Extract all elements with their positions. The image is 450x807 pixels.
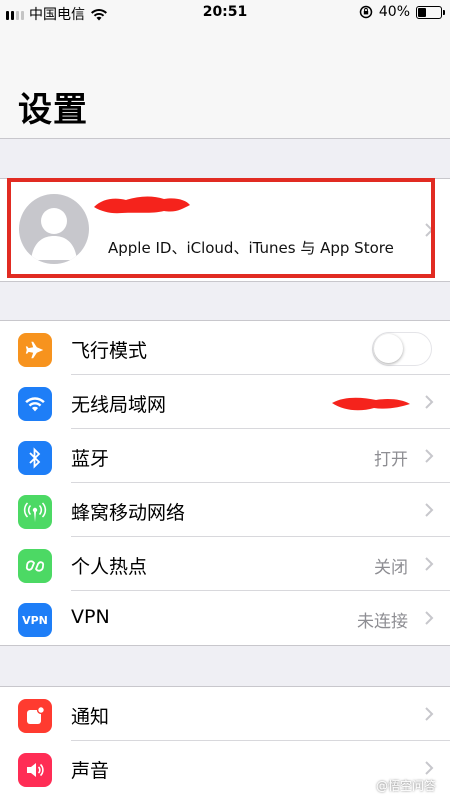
bluetooth-row[interactable]: 蓝牙 打开 <box>0 429 450 483</box>
speaker-icon <box>18 753 52 787</box>
rotation-lock-icon <box>359 5 373 19</box>
airplane-icon <box>18 333 52 367</box>
sounds-label: 声音 <box>71 760 110 782</box>
battery-percent: 40% <box>378 4 410 20</box>
antenna-icon <box>18 495 52 529</box>
airplane-mode-label: 飞行模式 <box>71 340 148 362</box>
chevron-right-icon <box>425 611 434 625</box>
cellular-row[interactable]: 蜂窝移动网络 <box>0 483 450 537</box>
battery-icon <box>416 5 445 19</box>
vpn-row[interactable]: VPN VPN 未连接 <box>0 591 450 645</box>
hotspot-row[interactable]: 个人热点 关闭 <box>0 537 450 591</box>
chevron-right-icon <box>425 761 434 775</box>
chevron-right-icon <box>425 395 434 409</box>
wifi-row[interactable]: 无线局域网 <box>0 375 450 429</box>
notification-icon <box>18 699 52 733</box>
hotspot-label: 个人热点 <box>71 556 148 578</box>
watermark: @悟空问答 <box>375 779 436 793</box>
wifi-label: 无线局域网 <box>71 394 167 416</box>
nav-header: 设置 <box>0 26 450 139</box>
redaction-scribble <box>332 397 410 411</box>
vpn-icon: VPN <box>18 603 52 637</box>
airplane-mode-row[interactable]: 飞行模式 <box>0 321 450 375</box>
bluetooth-label: 蓝牙 <box>71 448 110 470</box>
airplane-mode-toggle[interactable] <box>372 332 432 366</box>
notifications-row[interactable]: 通知 <box>0 687 450 741</box>
bluetooth-icon <box>18 441 52 475</box>
bluetooth-value: 打开 <box>374 450 408 470</box>
wifi-icon <box>18 387 52 421</box>
cellular-label: 蜂窝移动网络 <box>71 502 186 524</box>
network-settings-group: 飞行模式 无线局域网 蓝牙 打开 蜂窝移动网络 个人热点 关闭 VPN VPN … <box>0 320 450 646</box>
chevron-right-icon <box>425 557 434 571</box>
vpn-label: VPN <box>71 606 110 628</box>
vpn-value: 未连接 <box>357 612 408 632</box>
status-bar: 中国电信 20:51 40% <box>0 0 450 26</box>
chevron-right-icon <box>425 707 434 721</box>
chevron-right-icon <box>425 449 434 463</box>
status-right: 40% <box>359 4 445 20</box>
notifications-label: 通知 <box>71 706 110 728</box>
annotation-highlight-box <box>7 178 435 278</box>
vpn-icon-text: VPN <box>22 613 48 627</box>
page-title: 设置 <box>18 90 88 130</box>
chevron-right-icon <box>425 503 434 517</box>
hotspot-icon <box>18 549 52 583</box>
hotspot-value: 关闭 <box>374 558 408 578</box>
